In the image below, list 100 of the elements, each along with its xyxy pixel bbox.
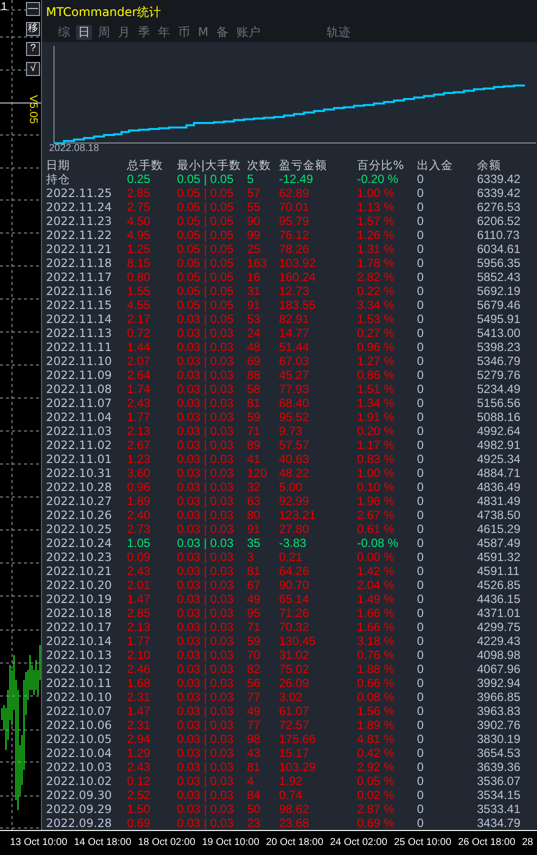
table-cell-text: 183.55	[279, 298, 317, 312]
table-cell-text: 4	[247, 774, 255, 788]
column-header: 余额	[477, 158, 502, 172]
table-cell-text: 1.27 %	[357, 354, 396, 368]
table-cell-text: 9.73	[279, 424, 304, 438]
table-cell-text: 0.72	[127, 326, 152, 340]
table-cell-text: 3.60	[127, 466, 152, 480]
table-cell-text: 1.00 %	[357, 186, 396, 200]
tab[interactable]: 综	[56, 25, 72, 40]
table-cell-text: 99	[247, 228, 262, 242]
table-cell-text: 0	[417, 312, 425, 326]
table-cell-text: 2.31	[127, 690, 152, 704]
date-cell-text: 2022.10.27	[46, 494, 113, 508]
table-cell-text: 8.15	[127, 256, 152, 270]
date-cell-text: 2022.11.02	[46, 438, 113, 452]
table-cell-text: 82	[247, 662, 262, 676]
table-cell-text: 2.67	[127, 438, 152, 452]
side-button[interactable]: —	[26, 2, 40, 16]
table-cell-text: 0.03 | 0.03	[177, 578, 234, 592]
table-cell-text: 0	[417, 354, 425, 368]
date-cell-text: 2022.11.10	[46, 354, 113, 368]
table-cell-text: 0.05 | 0.05	[177, 200, 234, 214]
table-cell-text: 0.03 | 0.03	[177, 508, 234, 522]
side-button[interactable]: 移	[26, 22, 40, 36]
table-cell-text: 0.22 %	[357, 284, 396, 298]
table-cell-text: 1.57 %	[357, 214, 396, 228]
date-cell-text: 2022.10.31	[46, 466, 113, 480]
table-cell-text: 1.89 %	[357, 718, 396, 732]
table-cell-text: 69	[247, 354, 262, 368]
table-cell-text: 48	[247, 340, 262, 354]
table-cell-text: 0.03 | 0.03	[177, 774, 234, 788]
table-cell-text: 4526.85	[477, 578, 522, 592]
tab[interactable]: 日	[76, 25, 92, 40]
table-cell-text: 57.57	[279, 438, 310, 452]
table-cell-text: 0	[417, 340, 425, 354]
date-cell-text: 2022.10.18	[46, 606, 113, 620]
date-cell-text: 2022.10.04	[46, 746, 113, 760]
table-cell-text: 1.25	[127, 242, 152, 256]
date-cell-text: 2022.11.16	[46, 284, 113, 298]
table-cell-text: 31	[247, 284, 262, 298]
table-cell-text: 0.05 | 0.05	[177, 270, 234, 284]
table-cell-text: 3902.76	[477, 718, 522, 732]
table-cell-text: 0.05 | 0.05	[177, 284, 234, 298]
date-cell-text: 2022.10.28	[46, 480, 113, 494]
table-cell-text: 0	[417, 732, 425, 746]
table-cell-text: 3830.19	[477, 732, 522, 746]
table-cell-text: 6339.42	[477, 186, 522, 200]
time-label: 26 Oct 18:00	[458, 837, 516, 849]
date-cell-text: 2022.09.29	[46, 802, 113, 816]
date-cell-text: 2022.11.17	[46, 270, 113, 284]
table-cell-text: 0	[417, 396, 425, 410]
tab[interactable]: 轨迹	[324, 25, 352, 40]
table-cell-text: 0.25	[127, 172, 152, 186]
table-cell-text: 95.52	[279, 410, 310, 424]
table-cell-text: 0.66 %	[357, 676, 396, 690]
tab[interactable]: M	[196, 25, 210, 40]
table-cell-text: 15.17	[279, 746, 310, 760]
table-cell-text: 49	[247, 592, 262, 606]
table-cell-text: 1.78 %	[357, 256, 396, 270]
date-cell-text: 2022.11.09	[46, 368, 113, 382]
table-cell-text: 4836.49	[477, 480, 522, 494]
table-cell-text: 64.26	[279, 564, 310, 578]
tab[interactable]: 月	[116, 25, 132, 40]
table-cell-text: 0.09	[127, 550, 152, 564]
table-cell-text: 0.05 | 0.05	[177, 256, 234, 270]
table-cell-text: 23.68	[279, 816, 310, 830]
table-cell-text: 2.94	[127, 732, 152, 746]
table-cell-text: 0	[417, 214, 425, 228]
table-cell-text: 1.17 %	[357, 438, 396, 452]
table-cell-text: 3992.94	[477, 676, 522, 690]
date-cell-text: 2022.10.03	[46, 760, 113, 774]
table-cell-text: 1.47	[127, 704, 152, 718]
table-cell-text: 0.69	[127, 816, 152, 830]
date-cell-text: 2022.10.20	[46, 578, 113, 592]
table-cell-text: 59	[247, 410, 262, 424]
tab[interactable]: 年	[156, 25, 172, 40]
table-cell-text: 0	[417, 452, 425, 466]
table-cell-text: 0	[417, 662, 425, 676]
date-cell-text: 2022.11.14	[46, 312, 113, 326]
table-cell-text: 1.91 %	[357, 410, 396, 424]
tab[interactable]: 周	[96, 25, 112, 40]
time-label: 24 Oct 02:00	[330, 837, 388, 849]
tab[interactable]: 季	[136, 25, 152, 40]
tab[interactable]: 币	[176, 25, 192, 40]
table-cell-text: 4615.29	[477, 522, 522, 536]
date-cell-text: 2022.10.05	[46, 732, 113, 746]
tab[interactable]: 备	[214, 25, 230, 40]
table-cell-text: 5852.43	[477, 270, 522, 284]
table-cell-text: 1.05	[127, 536, 152, 550]
side-button[interactable]: ?	[26, 42, 40, 56]
table-cell-text: 61.07	[279, 704, 310, 718]
table-cell-text: 1.50	[127, 802, 152, 816]
table-cell-text: -3.83	[279, 536, 308, 550]
date-cell-text: 2022.11.04	[46, 410, 113, 424]
table-cell-text: 0.03 | 0.03	[177, 340, 234, 354]
table-cell-text: 3.18 %	[357, 634, 396, 648]
side-button[interactable]: √	[26, 62, 40, 76]
date-cell-text: 2022.09.30	[46, 788, 113, 802]
table-cell-text: 2.40	[127, 508, 152, 522]
tab[interactable]: 账户	[234, 25, 262, 40]
